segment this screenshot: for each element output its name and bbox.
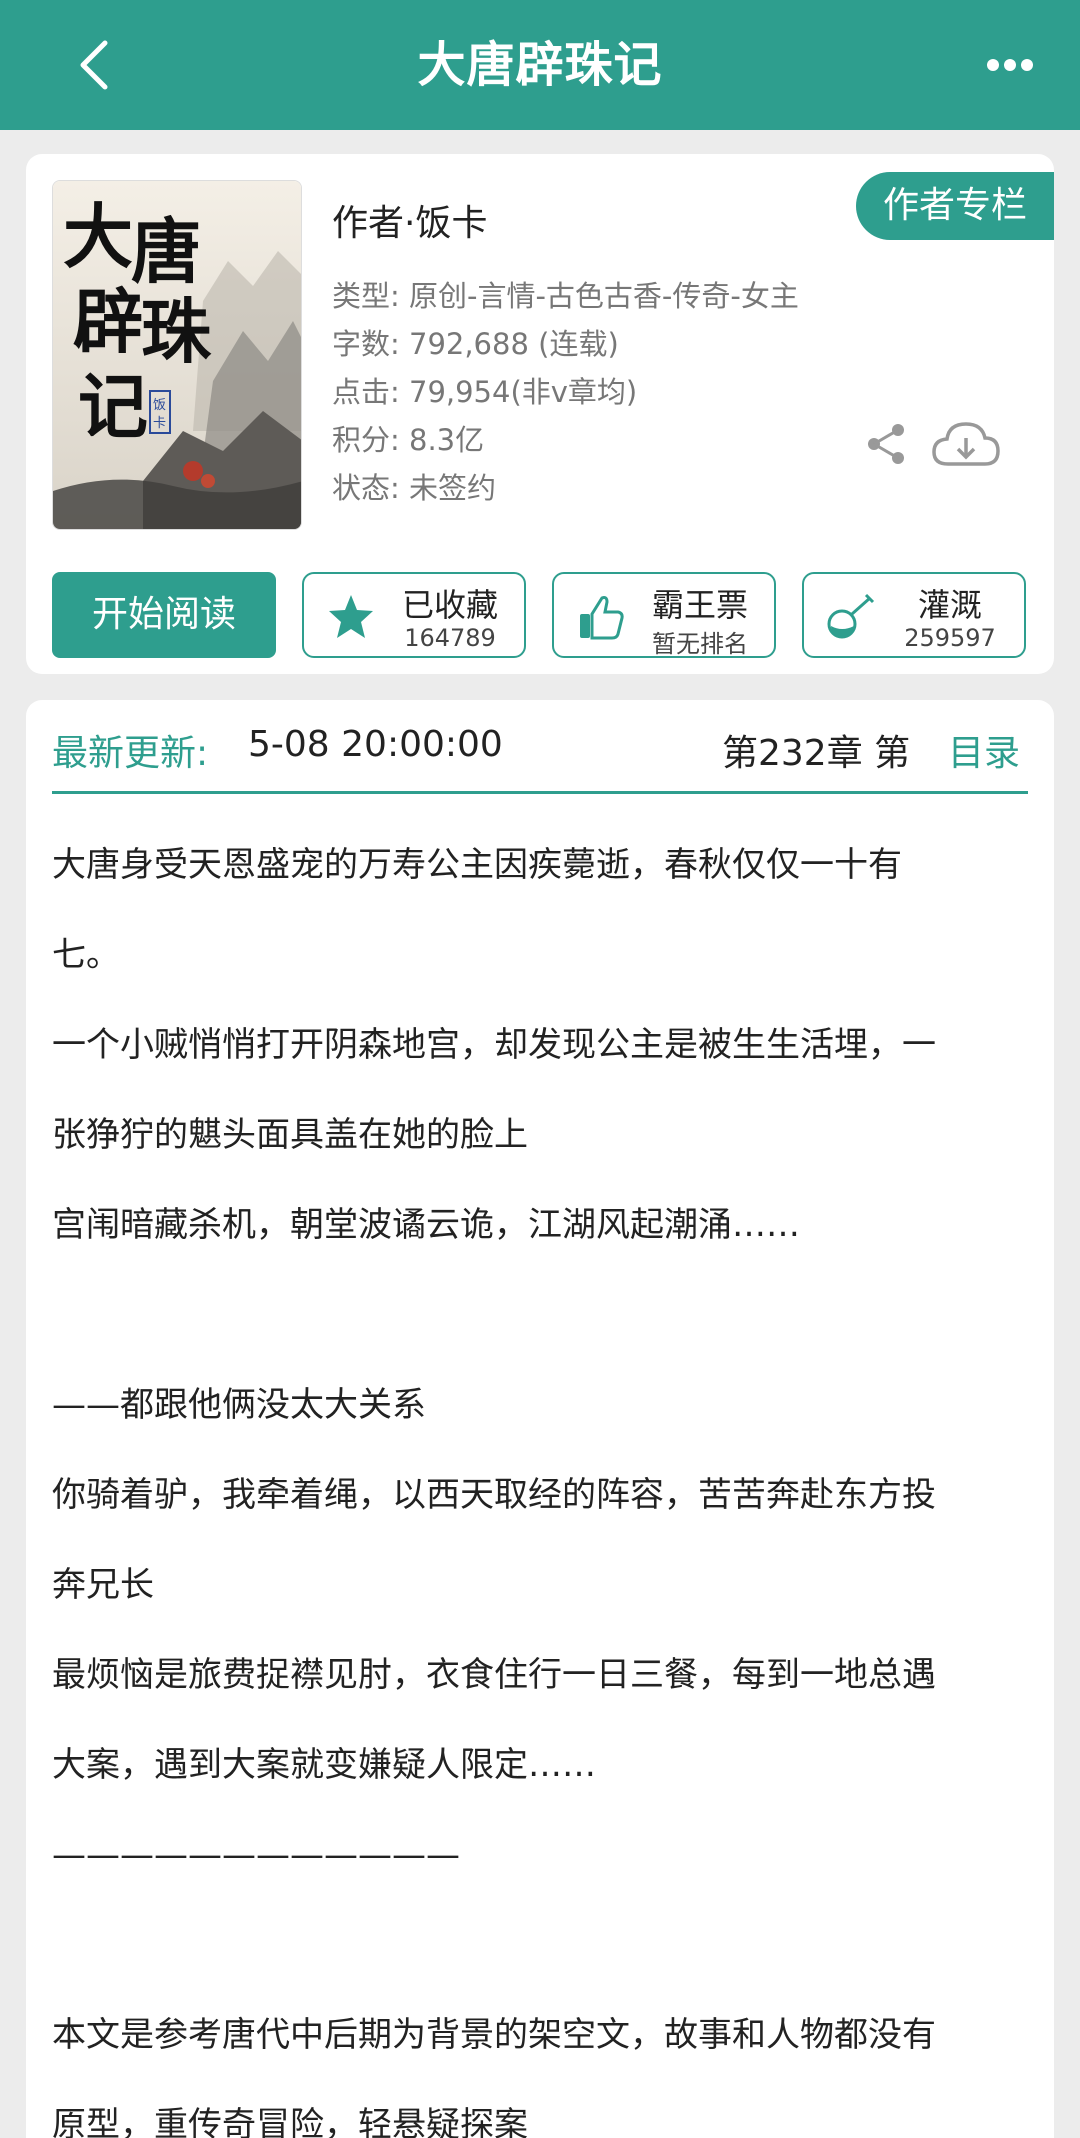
- synopsis-line: 宫闱暗藏杀机，朝堂波谲云诡，江湖风起潮涌……: [52, 1205, 800, 1245]
- book-synopsis: 大唐身受天恩盛宠的万寿公主因疾薨逝，春秋仅仅一十有 七。 一个小贼悄悄打开阴森地…: [52, 820, 1032, 2138]
- share-icon[interactable]: [864, 422, 908, 466]
- more-dots-icon: [987, 59, 1033, 71]
- table-of-contents-button[interactable]: 目录: [948, 724, 1020, 776]
- book-cover[interactable]: 大 唐 辟 珠 记 饭 卡: [52, 180, 302, 530]
- top-bar: 大唐辟珠记: [0, 0, 1080, 130]
- water-count: 259597: [904, 624, 996, 652]
- favorite-label: 已收藏: [401, 586, 498, 624]
- synopsis-line: 原型，重传奇冒险，轻悬疑探案: [52, 2105, 528, 2138]
- synopsis-line: 大唐身受天恩盛宠的万寿公主因疾薨逝，春秋仅仅一十有: [52, 845, 902, 885]
- synopsis-line: 最烦恼是旅费捉襟见肘，衣食住行一日三餐，每到一地总遇: [52, 1655, 936, 1695]
- synopsis-blank-line: [52, 1270, 1032, 1360]
- meta-word-count: 字数: 792,688 (连载): [332, 327, 619, 361]
- page-title: 大唐辟珠记: [417, 37, 663, 93]
- cover-title-char: 辟: [73, 280, 143, 363]
- cover-title-char: 珠: [141, 290, 212, 373]
- latest-update-row[interactable]: 最新更新: 5-08 20:00:00 第232章 第 目录: [52, 700, 1028, 794]
- latest-chapter-title[interactable]: 第232章 第: [722, 724, 912, 776]
- star-icon: [329, 595, 373, 638]
- favorite-button[interactable]: 已收藏 164789: [302, 572, 526, 658]
- synopsis-line: 本文是参考唐代中后期为背景的架空文，故事和人物都没有: [52, 2015, 936, 2055]
- start-reading-button[interactable]: 开始阅读: [52, 572, 276, 658]
- author-name[interactable]: 作者·饭卡: [332, 194, 487, 246]
- water-button[interactable]: 灌溉 259597: [802, 572, 1026, 658]
- synopsis-line: 张狰狞的魌头面具盖在她的脸上: [52, 1115, 528, 1155]
- synopsis-blank-line: [52, 1900, 1032, 1990]
- synopsis-line: 你骑着驴，我牵着绳，以西天取经的阵容，苦苦奔赴东方投: [52, 1475, 936, 1515]
- latest-update-time: 5-08 20:00:00: [248, 724, 503, 765]
- cover-title-char: 记: [78, 365, 148, 448]
- svg-text:卡: 卡: [153, 416, 166, 431]
- book-info-card: 大 唐 辟 珠 记 饭 卡 作者·饭卡 作者专栏 类型: 原创-言情-古色古香-…: [26, 154, 1054, 674]
- synopsis-divider: ————————————: [52, 1835, 460, 1875]
- synopsis-line: ——都跟他俩没太大关系: [52, 1385, 426, 1425]
- intro-card: 最新更新: 5-08 20:00:00 第232章 第 目录 大唐身受天恩盛宠的…: [26, 700, 1054, 2138]
- meta-score: 积分: 8.3亿: [332, 423, 485, 457]
- favorite-count: 164789: [404, 624, 496, 652]
- meta-type: 类型: 原创-言情-古色古香-传奇-女主: [332, 279, 799, 313]
- cover-title-char: 大: [63, 195, 133, 278]
- ticket-label: 霸王票: [651, 586, 748, 624]
- synopsis-line: 大案，遇到大案就变嫌疑人限定……: [52, 1745, 596, 1785]
- ticket-rank: 暂无排名: [652, 630, 748, 658]
- synopsis-line: 一个小贼悄悄打开阴森地宫，却发现公主是被生生活埋，一: [52, 1025, 936, 1065]
- meta-status: 状态: 未签约: [332, 471, 496, 505]
- author-column-button[interactable]: 作者专栏: [856, 172, 1054, 240]
- ticket-button[interactable]: 霸王票 暂无排名: [552, 572, 776, 658]
- flask-icon: [827, 593, 875, 639]
- svg-text:饭: 饭: [153, 398, 166, 413]
- thumbs-up-icon: [580, 596, 624, 640]
- cloud-download-icon[interactable]: [930, 416, 1002, 472]
- cover-illustration: 大 唐 辟 珠 记 饭 卡: [53, 181, 301, 529]
- meta-clicks: 点击: 79,954(非v章均): [332, 375, 638, 409]
- more-button[interactable]: [970, 40, 1050, 90]
- latest-update-label: 最新更新:: [52, 733, 209, 774]
- water-label: 灌溉: [917, 586, 982, 624]
- synopsis-line: 奔兄长: [52, 1565, 154, 1605]
- synopsis-line: 七。: [52, 935, 120, 975]
- book-meta: 类型: 原创-言情-古色古香-传奇-女主 字数: 792,688 (连载) 点击…: [332, 272, 799, 512]
